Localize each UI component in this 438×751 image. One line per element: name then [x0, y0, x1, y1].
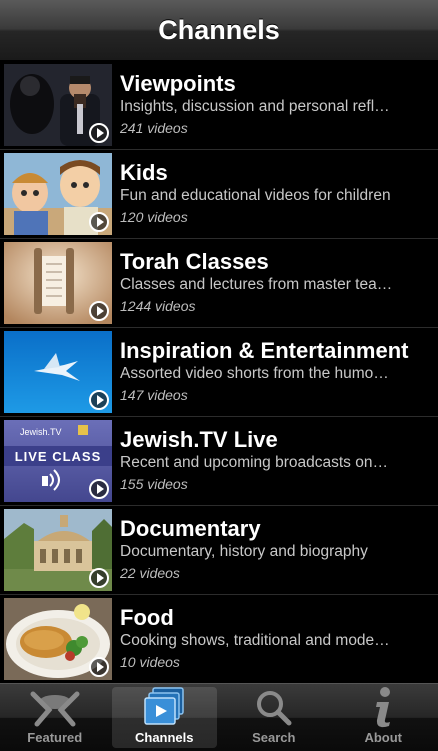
channel-video-count: 147 videos	[120, 387, 188, 403]
channel-name: Documentary	[120, 516, 261, 541]
channel-name: Viewpoints	[120, 71, 236, 96]
channel-video-count: 120 videos	[120, 209, 188, 225]
channel-row-jewish-tv-live[interactable]: Jewish.TV LIVE CLASS Jewish.TV Live Rece…	[0, 417, 438, 506]
about-info-icon	[368, 686, 398, 728]
channel-row-food[interactable]: Food Cooking shows, traditional and mode…	[0, 595, 438, 683]
channel-name: Inspiration & Entertainment	[120, 338, 409, 363]
navigation-bar: Channels	[0, 0, 438, 61]
channel-description: Recent and upcoming broadcasts on…	[120, 454, 388, 471]
tab-label: About	[364, 730, 403, 745]
tab-label: Search	[252, 730, 296, 745]
channel-row-documentary[interactable]: Documentary Documentary, history and bio…	[0, 506, 438, 595]
channels-icon	[141, 686, 187, 728]
channel-video-count: 241 videos	[120, 120, 188, 136]
page-title: Channels	[158, 14, 280, 45]
channel-description: Insights, discussion and personal refl…	[120, 98, 390, 115]
channel-name: Jewish.TV Live	[120, 427, 278, 452]
bird-sky-thumbnail	[4, 331, 112, 413]
tab-channels[interactable]: Channels	[111, 686, 217, 748]
play-icon	[89, 390, 109, 410]
play-icon	[89, 568, 109, 588]
play-icon	[89, 301, 109, 321]
channel-row-viewpoints[interactable]: Viewpoints Insights, discussion and pers…	[0, 61, 438, 150]
search-icon	[254, 687, 294, 728]
play-icon	[89, 657, 109, 677]
play-icon	[89, 212, 109, 232]
thumbnail-brand-text: Jewish.TV	[20, 427, 62, 437]
tab-bar: Featured Channels Search About	[0, 683, 438, 751]
channel-description: Fun and educational videos for children	[120, 187, 391, 204]
channel-description: Classes and lectures from master tea…	[120, 276, 393, 293]
featured-icon	[27, 687, 83, 728]
play-icon	[89, 123, 109, 143]
tab-featured[interactable]: Featured	[2, 687, 108, 748]
tab-label: Featured	[27, 730, 83, 745]
tab-about[interactable]: About	[331, 687, 437, 748]
channel-video-count: 155 videos	[120, 476, 188, 492]
channel-row-kids[interactable]: Kids Fun and educational videos for chil…	[0, 150, 438, 239]
kids-thumbnail	[4, 153, 112, 235]
channel-video-count: 22 videos	[120, 565, 180, 581]
food-plate-thumbnail	[4, 598, 112, 680]
torah-scroll-thumbnail	[4, 242, 112, 324]
tab-search[interactable]: Search	[221, 687, 327, 748]
thumbnail-banner-text: LIVE CLASS	[15, 449, 102, 464]
channel-row-torah-classes[interactable]: Torah Classes Classes and lectures from …	[0, 239, 438, 328]
tab-label: Channels	[134, 730, 194, 745]
live-class-thumbnail: Jewish.TV LIVE CLASS	[4, 420, 112, 502]
channel-list[interactable]: Viewpoints Insights, discussion and pers…	[0, 61, 438, 683]
channel-row-inspiration-entertainment[interactable]: Inspiration & Entertainment Assorted vid…	[0, 328, 438, 417]
channel-video-count: 10 videos	[120, 654, 180, 670]
channel-video-count: 1244 videos	[120, 298, 196, 314]
channel-description: Assorted video shorts from the humo…	[120, 365, 389, 382]
viewpoints-thumbnail	[4, 64, 112, 146]
play-icon	[89, 479, 109, 499]
channel-name: Torah Classes	[120, 249, 269, 274]
channel-description: Documentary, history and biography	[120, 543, 368, 560]
building-thumbnail	[4, 509, 112, 591]
channel-name: Food	[120, 605, 174, 630]
channel-name: Kids	[120, 160, 168, 185]
channel-description: Cooking shows, traditional and mode…	[120, 632, 390, 649]
